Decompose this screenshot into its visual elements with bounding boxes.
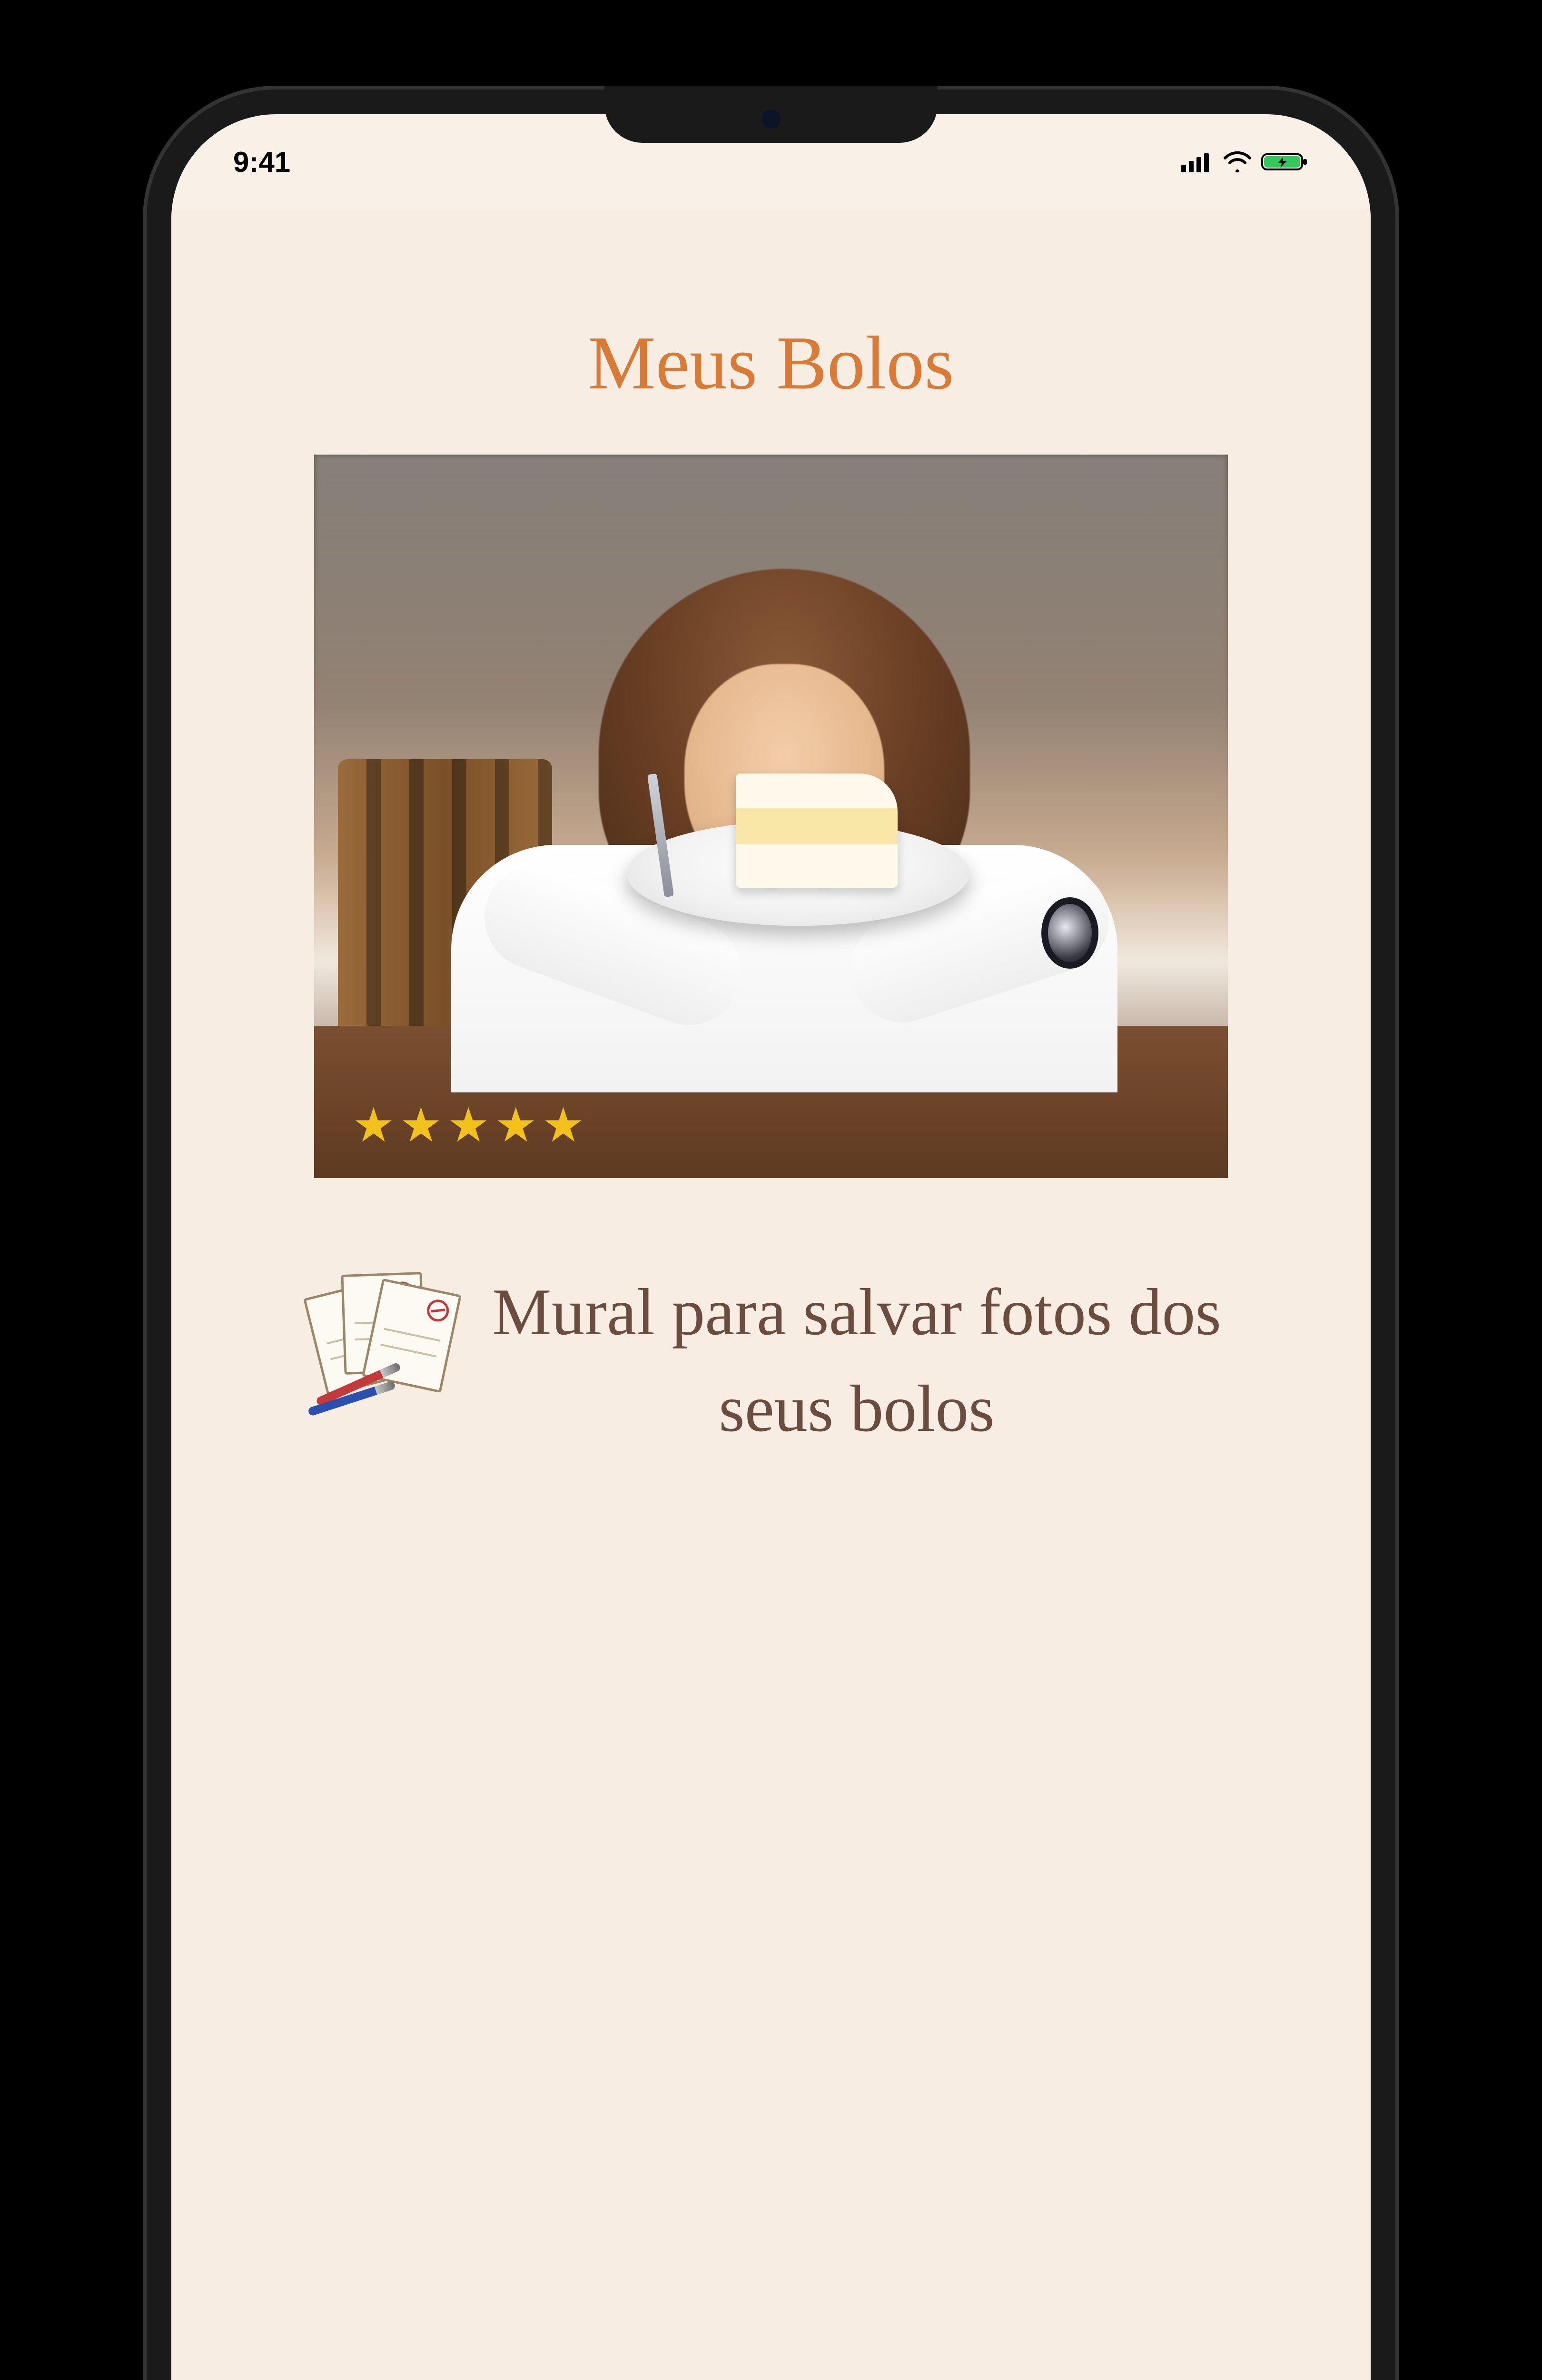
phone-notch (604, 86, 938, 143)
page-title: Meus Bolos (588, 319, 954, 407)
description-text: Mural para salvar fotos dos seus bolos (485, 1264, 1228, 1457)
battery-charging-icon (1261, 151, 1309, 172)
star-icon: ★ (494, 1102, 537, 1150)
star-icon: ★ (542, 1102, 585, 1150)
photo-illustration (314, 455, 1228, 1178)
papers-icon (314, 1273, 447, 1397)
description-row: Mural para salvar fotos dos seus bolos (314, 1264, 1228, 1457)
main-content: Meus Bolos (171, 209, 1371, 2380)
star-icon: ★ (400, 1102, 443, 1150)
rating-stars: ★ ★ ★ ★ ★ (352, 1102, 584, 1150)
status-time: 9:41 (233, 146, 290, 178)
wifi-icon (1223, 151, 1252, 172)
status-indicators (1181, 151, 1309, 172)
phone-screen: 9:41 (171, 114, 1371, 2380)
star-icon: ★ (447, 1102, 490, 1150)
photo-card[interactable]: ★ ★ ★ ★ ★ (314, 455, 1228, 1178)
star-icon: ★ (352, 1102, 395, 1150)
cellular-signal-icon (1181, 151, 1214, 172)
phone-frame: 9:41 (143, 86, 1399, 2380)
